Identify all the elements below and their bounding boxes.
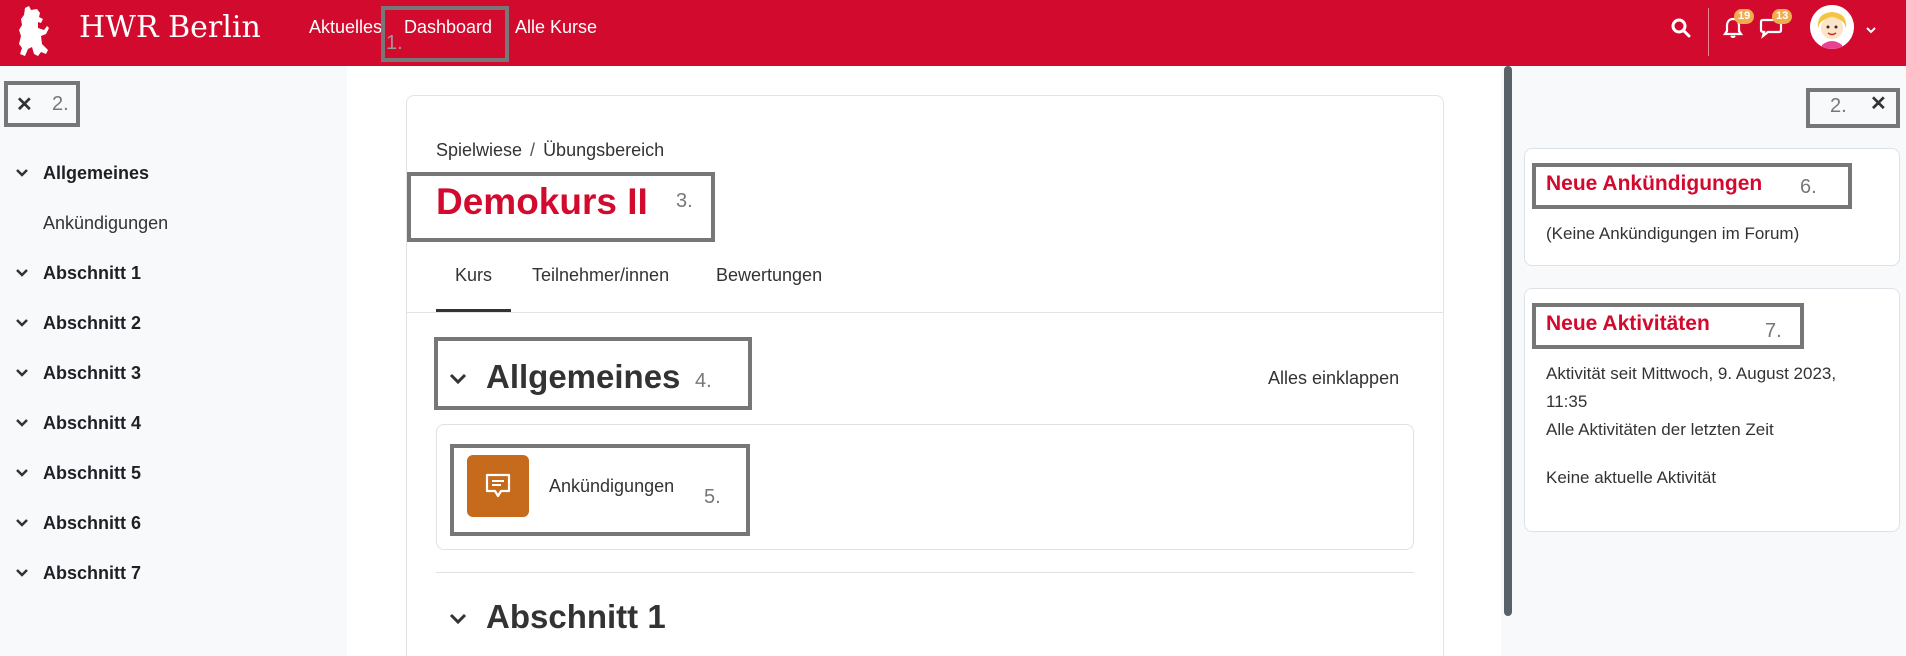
tab-kurs[interactable]: Kurs (455, 265, 492, 286)
annotation-number-2-right: 2. (1830, 95, 1847, 117)
course-index-label: Abschnitt 2 (43, 313, 142, 333)
bell-icon[interactable]: 19 (1720, 9, 1755, 41)
breadcrumb-item[interactable]: Spielwiese (436, 140, 522, 160)
news-block-text: (Keine Ankündigungen im Forum) (1546, 224, 1800, 243)
course-index-label: Allgemeines (43, 163, 150, 183)
avatar[interactable] (1810, 5, 1854, 49)
annotation-number-1: 1. (386, 32, 403, 54)
top-navbar: HWR Berlin Aktuelles Dashboard Alle Kurs… (0, 0, 1906, 66)
course-index-label: Abschnitt 7 (43, 563, 142, 583)
tab-teilnehmer[interactable]: Teilnehmer/innen (532, 265, 669, 286)
chevron-down-icon[interactable] (14, 313, 30, 333)
annotation-number-6: 6. (1800, 176, 1817, 198)
recent-activity-title[interactable]: Neue Aktivitäten (1546, 312, 1710, 336)
course-index-activity[interactable]: Ankündigungen (43, 213, 168, 234)
course-index-label: Abschnitt 6 (43, 513, 142, 533)
nav-aktuelles[interactable]: Aktuelles (309, 17, 382, 38)
course-index-label: Abschnitt 3 (43, 363, 142, 383)
brand-name[interactable]: HWR Berlin (79, 10, 261, 45)
tabs-divider (406, 312, 1444, 313)
course-index-label: Abschnitt 5 (43, 463, 142, 483)
close-icon[interactable]: ✕ (16, 92, 33, 117)
breadcrumb-separator: / (530, 140, 536, 160)
annotation-number-4: 4. (695, 370, 712, 392)
course-index-section[interactable]: Abschnitt 2 (0, 313, 300, 335)
navbar-divider (1708, 8, 1709, 56)
section-title-abschnitt-1: Abschnitt 1 (486, 598, 666, 635)
chevron-down-icon[interactable] (14, 263, 30, 283)
notification-count-badge: 19 (1734, 9, 1755, 24)
search-icon[interactable] (1668, 15, 1694, 41)
nav-alle-kurse[interactable]: Alle Kurse (515, 17, 597, 38)
breadcrumb: Spielwiese / Übungsbereich (436, 140, 664, 161)
scrollbar[interactable] (1504, 66, 1512, 616)
section-divider (436, 572, 1414, 573)
course-index-section[interactable]: Abschnitt 6 (0, 513, 300, 535)
page-title: Demokurs II (436, 181, 648, 222)
course-index-section[interactable]: Abschnitt 3 (0, 363, 300, 385)
news-block-title[interactable]: Neue Ankündigungen (1546, 172, 1762, 196)
breadcrumb-item[interactable]: Übungsbereich (543, 140, 664, 160)
recent-activity-since: Aktivität seit Mittwoch, 9. August 2023, (1546, 364, 1837, 383)
chevron-down-icon[interactable] (448, 609, 468, 629)
course-index-section[interactable]: Abschnitt 1 (0, 263, 300, 285)
chevron-down-icon[interactable] (14, 163, 30, 183)
chevron-down-icon[interactable] (14, 463, 30, 483)
recent-activity-empty: Keine aktuelle Aktivität (1546, 468, 1717, 487)
chevron-down-icon[interactable] (448, 369, 468, 389)
annotation-number-5: 5. (704, 486, 721, 508)
course-index-section[interactable]: Abschnitt 5 (0, 463, 300, 485)
course-index-section[interactable]: Abschnitt 4 (0, 413, 300, 435)
chevron-down-icon[interactable] (14, 363, 30, 383)
annotation-number-2-left: 2. (52, 93, 69, 115)
bear-logo-icon[interactable] (16, 4, 50, 58)
close-icon[interactable]: ✕ (1870, 91, 1887, 116)
chevron-down-icon[interactable] (14, 513, 30, 533)
chat-icon[interactable]: 13 (1758, 9, 1793, 41)
course-index-label: Abschnitt 1 (43, 263, 142, 283)
forum-icon[interactable] (467, 455, 529, 517)
collapse-all-link[interactable]: Alles einklappen (1268, 368, 1399, 389)
section-title-allgemeines: Allgemeines (486, 358, 681, 395)
annotation-number-3: 3. (676, 190, 693, 212)
course-index-label: Abschnitt 4 (43, 413, 142, 433)
recent-activity-time: 11:35 (1546, 392, 1588, 411)
tab-bewertungen[interactable]: Bewertungen (716, 265, 822, 286)
chevron-down-icon[interactable] (1858, 17, 1884, 43)
course-index-section[interactable]: Abschnitt 7 (0, 563, 300, 585)
recent-activity-all-link[interactable]: Alle Aktivitäten der letzten Zeit (1546, 420, 1774, 440)
annotation-number-7: 7. (1765, 320, 1782, 342)
course-index-section[interactable]: Allgemeines (0, 163, 300, 185)
chevron-down-icon[interactable] (14, 563, 30, 583)
message-count-badge: 13 (1772, 9, 1793, 24)
activity-link-ankuendigungen[interactable]: Ankündigungen (549, 476, 674, 497)
chevron-down-icon[interactable] (14, 413, 30, 433)
